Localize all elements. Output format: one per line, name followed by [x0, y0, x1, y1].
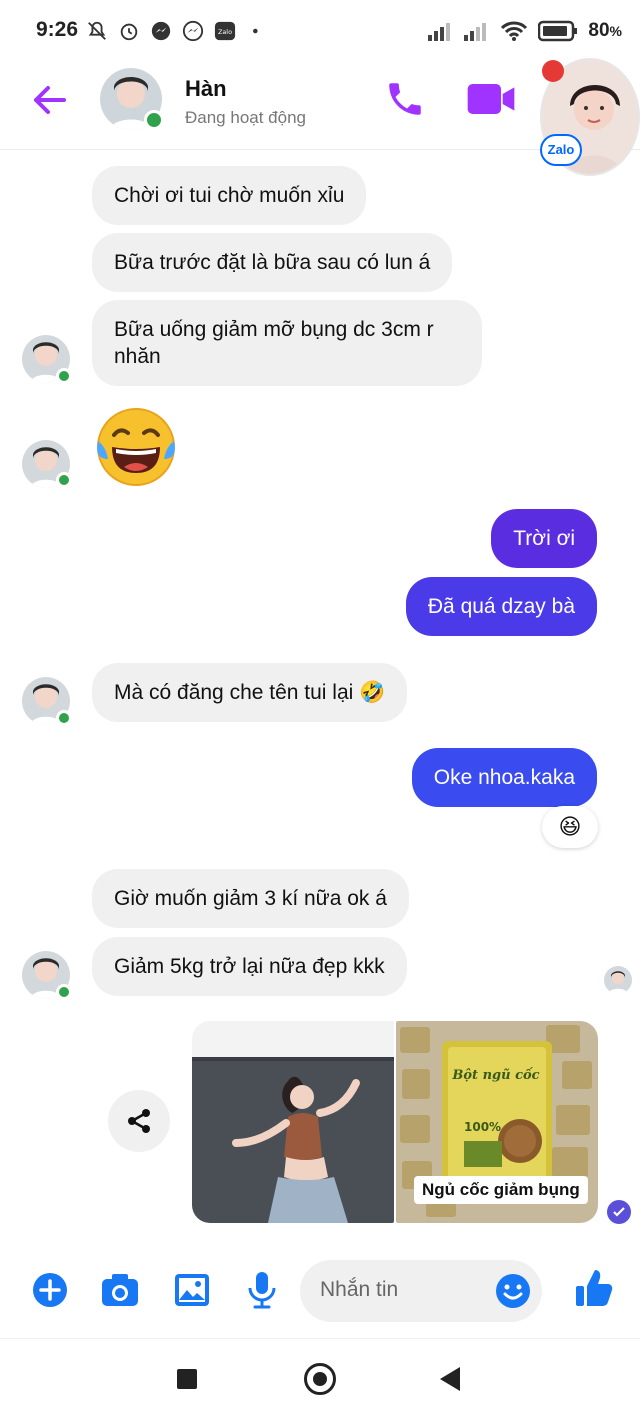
online-indicator [56, 710, 72, 726]
photo-caption: Ngủ cốc giảm bụng [414, 1176, 588, 1204]
mute-icon [88, 21, 106, 40]
recent-apps-button[interactable] [177, 1369, 197, 1389]
online-indicator [144, 110, 164, 130]
message-input[interactable]: Nhắn tin [300, 1260, 542, 1322]
plus-icon[interactable] [28, 1268, 72, 1312]
signal-icon [428, 23, 451, 41]
back-arrow-icon[interactable] [28, 80, 72, 120]
alarm-icon [120, 23, 138, 41]
battery-percent: 80% [588, 20, 622, 41]
svg-text:Zalo: Zalo [218, 28, 232, 36]
message-bubble-outgoing[interactable]: Đã quá dzay bà [405, 577, 597, 636]
share-button[interactable] [108, 1090, 170, 1152]
system-navigation-bar [0, 1338, 640, 1422]
message-bubble[interactable]: Mà có đăng che tên tui lại 🤣 [92, 663, 408, 722]
message-bubble[interactable]: Chời ơi tui chờ muốn xỉu [92, 166, 367, 225]
status-right: 80% [428, 18, 622, 44]
message-composer: Nhắn tin [0, 1246, 640, 1338]
zalo-badge: Zalo [540, 134, 582, 166]
share-icon [128, 1109, 150, 1133]
image-gallery-icon[interactable] [170, 1268, 214, 1312]
messenger-icon [151, 21, 171, 41]
notification-badge [542, 60, 564, 82]
message-bubble[interactable]: Giảm 5kg trở lại nữa đẹp kkk [92, 937, 407, 996]
online-indicator [56, 368, 72, 384]
back-button[interactable] [440, 1367, 460, 1391]
active-status: Đang hoạt động [185, 108, 306, 127]
microphone-icon[interactable] [240, 1268, 284, 1312]
zalo-icon: Zalo [214, 21, 236, 41]
message-bubble[interactable]: Bữa uống giảm mỡ bụng dc 3cm r nhăn [92, 300, 482, 386]
dot-icon [253, 28, 258, 34]
laughing-emoji-message[interactable] [94, 405, 178, 489]
product-label-text: Bột ngũ cốc [451, 1067, 539, 1083]
camera-icon[interactable] [98, 1268, 142, 1312]
online-indicator [56, 472, 72, 488]
message-bubble-outgoing[interactable]: Oke nhoa.kaka [411, 748, 597, 807]
seen-receipt-avatar [604, 966, 632, 994]
thumbs-up-icon[interactable] [570, 1264, 618, 1312]
message-bubble[interactable]: Bữa trước đặt là bữa sau có lun á [92, 233, 453, 292]
home-button[interactable] [304, 1363, 336, 1395]
laughing-reaction-icon: 😆 [558, 814, 582, 840]
emoji-icon[interactable] [494, 1272, 532, 1310]
status-time: 9:26 [36, 18, 79, 41]
video-camera-icon[interactable] [466, 78, 516, 120]
sent-check-icon [607, 1200, 631, 1224]
phone-icon[interactable] [384, 78, 426, 120]
message-bubble[interactable]: Giờ muốn giảm 3 kí nữa ok á [92, 869, 409, 928]
contact-name[interactable]: Hàn [185, 76, 227, 102]
photo-attachment[interactable] [192, 1021, 394, 1223]
signal-icon [464, 23, 487, 41]
online-indicator [56, 984, 72, 1000]
status-bar: 9:26 Zalo 80% [0, 0, 640, 62]
wifi-icon [501, 21, 528, 41]
battery-icon [538, 20, 578, 42]
message-reaction[interactable]: 😆 [542, 806, 598, 848]
message-bubble-outgoing[interactable]: Trời ơi [491, 509, 597, 568]
home-button-dot [313, 1372, 327, 1386]
message-input-placeholder: Nhắn tin [320, 1278, 399, 1301]
product-percent-text: 100% [464, 1120, 501, 1134]
messenger-icon [182, 20, 204, 42]
